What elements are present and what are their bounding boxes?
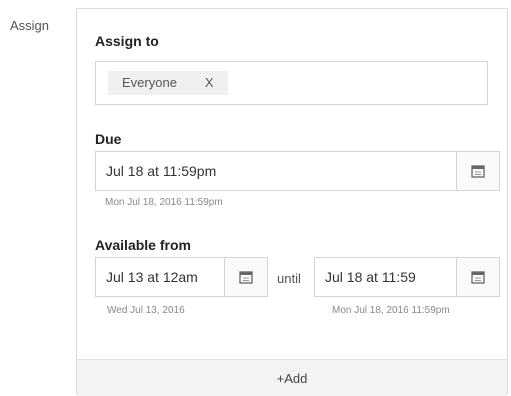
calendar-icon [471,271,485,284]
due-date-field: Jul 18 at 11:59pm [95,151,500,191]
available-from-input[interactable]: Jul 13 at 12am [96,269,224,285]
remove-assignee-button[interactable]: X [205,71,214,95]
available-until-input[interactable]: Jul 18 at 11:59 [315,269,456,285]
assign-card: Assign to Everyone X Due Jul 18 at 11:59… [76,8,508,396]
due-date-input[interactable]: Jul 18 at 11:59pm [96,163,456,179]
available-from-field: Jul 13 at 12am [95,257,268,297]
available-until-field: Jul 18 at 11:59 [314,257,500,297]
due-calendar-button[interactable] [456,152,499,190]
calendar-icon [471,165,485,178]
assign-to-input[interactable]: Everyone X [95,61,488,105]
assignee-tag-label: Everyone [122,75,177,90]
available-from-calendar-button[interactable] [224,258,267,296]
add-button[interactable]: +Add [77,359,507,396]
available-until-hint: Mon Jul 18, 2016 11:59pm [332,305,450,316]
available-from-hint: Wed Jul 13, 2016 [107,305,185,316]
assign-label: Assign [10,18,50,33]
assignee-tag-everyone: Everyone X [108,71,228,95]
until-label: until [277,271,301,286]
assign-to-title: Assign to [95,33,159,49]
available-until-calendar-button[interactable] [456,258,499,296]
due-date-hint: Mon Jul 18, 2016 11:59pm [105,197,223,208]
calendar-icon [239,271,253,284]
due-title: Due [95,131,122,147]
available-from-title: Available from [95,237,191,253]
